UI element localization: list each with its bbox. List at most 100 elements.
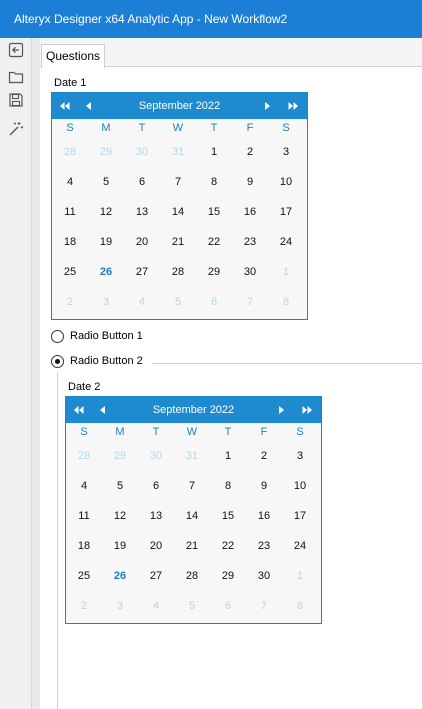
date1-day-cell[interactable]: 8 [268, 287, 304, 317]
date1-day-cell[interactable]: 6 [124, 167, 160, 197]
date1-prev-year-button[interactable] [56, 93, 74, 119]
date1-day-cell[interactable]: 6 [196, 287, 232, 317]
date1-day-cell[interactable]: 7 [232, 287, 268, 317]
date2-day-cell[interactable]: 23 [246, 531, 282, 561]
date2-day-cell[interactable]: 14 [174, 501, 210, 531]
date2-day-cell[interactable]: 7 [174, 471, 210, 501]
date2-day-cell[interactable]: 5 [174, 591, 210, 621]
date2-day-cell[interactable]: 12 [102, 501, 138, 531]
date1-day-cell[interactable]: 25 [52, 257, 88, 287]
date1-day-cell[interactable]: 27 [124, 257, 160, 287]
date1-day-cell[interactable]: 11 [52, 197, 88, 227]
date2-day-cell[interactable]: 22 [210, 531, 246, 561]
date2-month-label[interactable]: September 2022 [106, 397, 281, 423]
date1-day-cell[interactable]: 17 [268, 197, 304, 227]
date2-day-cell[interactable]: 24 [282, 531, 318, 561]
date1-day-cell[interactable]: 29 [88, 137, 124, 167]
date1-day-cell[interactable]: 9 [232, 167, 268, 197]
date2-next-year-button[interactable] [298, 397, 316, 423]
date1-day-cell[interactable]: 3 [88, 287, 124, 317]
save-icon[interactable] [7, 91, 25, 109]
date1-next-year-button[interactable] [284, 93, 302, 119]
date2-day-cell[interactable]: 9 [246, 471, 282, 501]
date1-day-cell[interactable]: 28 [52, 137, 88, 167]
date1-day-cell[interactable]: 31 [160, 137, 196, 167]
radio-button-2-circle[interactable] [51, 354, 64, 368]
date2-day-cell[interactable]: 11 [66, 501, 102, 531]
date2-day-cell[interactable]: 21 [174, 531, 210, 561]
date2-day-cell[interactable]: 5 [102, 471, 138, 501]
date2-day-cell[interactable]: 28 [174, 561, 210, 591]
date1-day-cell[interactable]: 22 [196, 227, 232, 257]
folder-icon[interactable] [7, 68, 25, 86]
date1-day-cell[interactable]: 5 [88, 167, 124, 197]
date2-calendar[interactable]: September 2022 S M T W T F S 28 29 30 31 1 2 3 4 5 6 7 8 9 10… [65, 396, 322, 624]
radio-button-2[interactable]: Radio Button 2 [51, 352, 143, 370]
date2-day-cell[interactable]: 29 [102, 441, 138, 471]
date1-day-cell[interactable]: 14 [160, 197, 196, 227]
date1-day-cell[interactable]: 5 [160, 287, 196, 317]
date1-day-cell[interactable]: 1 [196, 137, 232, 167]
date1-day-cell[interactable]: 12 [88, 197, 124, 227]
date1-day-cell[interactable]: 15 [196, 197, 232, 227]
date1-calendar[interactable]: September 2022 S M T W T F S 28 29 30 31 1 2 3 4 5 6 7 8 9 10… [51, 92, 308, 320]
date2-day-cell[interactable]: 4 [66, 471, 102, 501]
date1-day-cell[interactable]: 30 [232, 257, 268, 287]
date2-day-cell[interactable]: 8 [210, 471, 246, 501]
date2-day-cell[interactable]: 31 [174, 441, 210, 471]
date1-day-cell[interactable]: 21 [160, 227, 196, 257]
date2-day-cell[interactable]: 26 [102, 561, 138, 591]
date2-day-cell[interactable]: 16 [246, 501, 282, 531]
radio-button-1[interactable]: Radio Button 1 [51, 327, 143, 345]
date1-day-cell[interactable]: 7 [160, 167, 196, 197]
date2-day-cell[interactable]: 3 [102, 591, 138, 621]
date1-day-cell[interactable]: 30 [124, 137, 160, 167]
date2-day-cell[interactable]: 15 [210, 501, 246, 531]
date2-day-cell[interactable]: 18 [66, 531, 102, 561]
date2-day-cell[interactable]: 2 [246, 441, 282, 471]
date1-day-cell[interactable]: 3 [268, 137, 304, 167]
date2-day-cell[interactable]: 20 [138, 531, 174, 561]
date2-day-cell[interactable]: 17 [282, 501, 318, 531]
tab-questions[interactable]: Questions [41, 44, 105, 68]
date1-day-cell[interactable]: 2 [232, 137, 268, 167]
date2-day-cell[interactable]: 30 [246, 561, 282, 591]
date2-day-cell[interactable]: 30 [138, 441, 174, 471]
date2-day-cell[interactable]: 27 [138, 561, 174, 591]
date2-day-cell[interactable]: 10 [282, 471, 318, 501]
date1-day-cell[interactable]: 26 [88, 257, 124, 287]
date2-day-cell[interactable]: 19 [102, 531, 138, 561]
date1-day-cell[interactable]: 4 [52, 167, 88, 197]
date1-day-cell[interactable]: 20 [124, 227, 160, 257]
date1-day-cell[interactable]: 1 [268, 257, 304, 287]
date1-day-cell[interactable]: 8 [196, 167, 232, 197]
date2-day-cell[interactable]: 3 [282, 441, 318, 471]
date2-day-cell[interactable]: 25 [66, 561, 102, 591]
date2-day-cell[interactable]: 1 [210, 441, 246, 471]
date1-day-cell[interactable]: 16 [232, 197, 268, 227]
date2-day-cell[interactable]: 13 [138, 501, 174, 531]
back-icon[interactable] [7, 41, 25, 59]
date2-day-cell[interactable]: 28 [66, 441, 102, 471]
date2-prev-year-button[interactable] [70, 397, 88, 423]
date2-day-cell[interactable]: 8 [282, 591, 318, 621]
date2-day-cell[interactable]: 2 [66, 591, 102, 621]
date2-day-cell[interactable]: 6 [138, 471, 174, 501]
date1-day-cell[interactable]: 23 [232, 227, 268, 257]
date1-day-cell[interactable]: 28 [160, 257, 196, 287]
date2-day-cell[interactable]: 4 [138, 591, 174, 621]
date1-day-cell[interactable]: 10 [268, 167, 304, 197]
date2-day-cell[interactable]: 7 [246, 591, 282, 621]
date1-day-cell[interactable]: 29 [196, 257, 232, 287]
magic-wand-icon[interactable] [7, 120, 25, 138]
date1-month-label[interactable]: September 2022 [92, 93, 267, 119]
date1-day-cell[interactable]: 19 [88, 227, 124, 257]
date2-day-cell[interactable]: 29 [210, 561, 246, 591]
date2-day-cell[interactable]: 1 [282, 561, 318, 591]
date1-day-cell[interactable]: 13 [124, 197, 160, 227]
date1-day-cell[interactable]: 4 [124, 287, 160, 317]
date2-day-cell[interactable]: 6 [210, 591, 246, 621]
date1-day-cell[interactable]: 2 [52, 287, 88, 317]
radio-button-1-circle[interactable] [51, 329, 64, 343]
date1-day-cell[interactable]: 24 [268, 227, 304, 257]
